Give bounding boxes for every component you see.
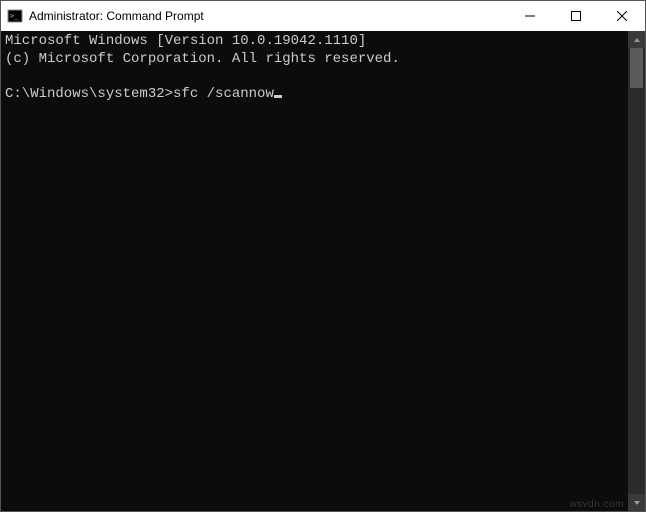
command-prompt-window: >_ Administrator: Command Prompt Microso… bbox=[0, 0, 646, 512]
scroll-down-button[interactable] bbox=[628, 494, 645, 511]
scroll-track[interactable] bbox=[628, 48, 645, 494]
watermark: wsvdn.com bbox=[569, 499, 624, 510]
window-title: Administrator: Command Prompt bbox=[29, 9, 507, 23]
prompt-path: C:\Windows\system32> bbox=[5, 86, 173, 102]
console-output[interactable]: Microsoft Windows [Version 10.0.19042.11… bbox=[1, 31, 628, 511]
text-cursor bbox=[274, 95, 282, 98]
maximize-button[interactable] bbox=[553, 1, 599, 31]
titlebar[interactable]: >_ Administrator: Command Prompt bbox=[1, 1, 645, 31]
minimize-button[interactable] bbox=[507, 1, 553, 31]
scroll-thumb[interactable] bbox=[630, 48, 643, 88]
vertical-scrollbar[interactable] bbox=[628, 31, 645, 511]
window-controls bbox=[507, 1, 645, 31]
copyright-line: (c) Microsoft Corporation. All rights re… bbox=[5, 51, 400, 67]
app-icon: >_ bbox=[7, 8, 23, 24]
client-area: Microsoft Windows [Version 10.0.19042.11… bbox=[1, 31, 645, 511]
command-input[interactable]: sfc /scannow bbox=[173, 86, 274, 102]
close-button[interactable] bbox=[599, 1, 645, 31]
svg-text:>_: >_ bbox=[10, 12, 19, 20]
scroll-up-button[interactable] bbox=[628, 31, 645, 48]
version-line: Microsoft Windows [Version 10.0.19042.11… bbox=[5, 33, 366, 49]
